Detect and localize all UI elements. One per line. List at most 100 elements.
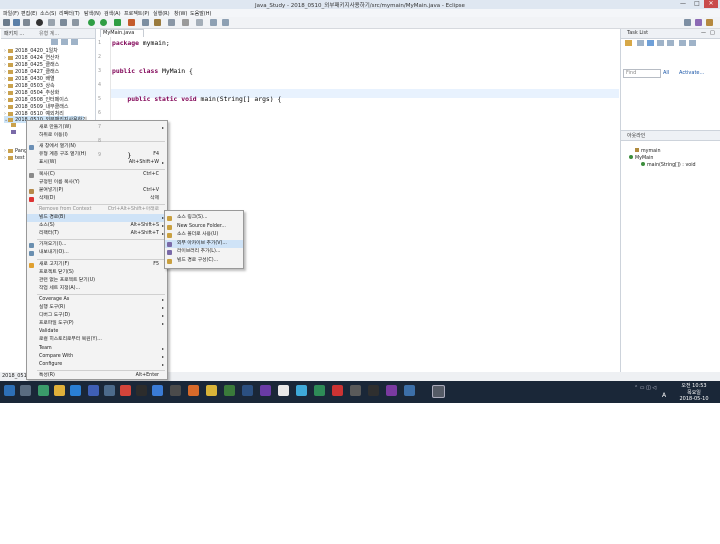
outline-item-package[interactable]: mymain [635,148,661,154]
outline-item-class[interactable]: MyMain [629,155,653,161]
save-icon[interactable] [13,19,20,26]
context-menu-item[interactable]: 빌드 경로(B) ▸ [27,214,167,222]
annotation-icon[interactable] [196,19,203,26]
context-menu-item[interactable]: Validate [27,328,167,336]
app-icon[interactable] [170,385,181,396]
collapse-all-icon[interactable] [679,40,686,46]
minimize-icon[interactable]: — [701,30,706,36]
tab-type-hierarchy[interactable]: 유형 계... [39,30,59,37]
context-menu-item[interactable]: 규정된 이름 복사(Y) [27,179,167,187]
menu-file[interactable]: 파일(F) [3,10,19,17]
menu-source[interactable]: 소스(S) [40,10,56,17]
app-icon[interactable] [104,385,115,396]
app-icon[interactable] [224,385,235,396]
toggle-icon[interactable] [48,19,55,26]
context-menu-item[interactable]: 로컬 히스토리로부터 복원(Y)... [27,336,167,344]
context-menu-item[interactable]: 프로파일 도구(P) ▸ [27,320,167,328]
context-menu-item[interactable]: 표시(W) Alt+Shift+W ▸ [27,159,167,167]
app-icon[interactable] [278,385,289,396]
collapse-all-icon[interactable] [51,39,58,45]
context-menu-item[interactable]: Configure ▸ [27,361,167,369]
tree-item[interactable]: › 2018_0427_클래스 [4,68,59,75]
ime-indicator[interactable]: A [662,392,666,399]
filter-icon[interactable] [657,40,664,46]
context-menu-item[interactable]: Compare With ▸ [27,353,167,361]
context-menu-item[interactable]: 유형 계층 구조 열기(H) F4 [27,151,167,159]
edge-icon[interactable] [70,385,81,396]
external-tools-icon[interactable] [128,19,135,26]
app-icon[interactable] [88,385,99,396]
context-menu-item[interactable]: 실행 도구(R) ▸ [27,304,167,312]
app-icon[interactable] [260,385,271,396]
context-menu-item[interactable]: Coverage As ▸ [27,296,167,304]
app-icon[interactable] [386,385,397,396]
app-icon[interactable] [368,385,379,396]
build-path-menu-item[interactable]: 빌드 경로 구성(C)... [165,257,243,265]
context-menu-item[interactable]: 디버그 도구(D) ▸ [27,312,167,320]
context-menu-item[interactable]: 복사(C) Ctrl+C [27,171,167,179]
back-icon[interactable] [210,19,217,26]
tree-item[interactable]: › 2018_0508_인터페이스 [4,96,68,103]
context-menu-item[interactable]: 프로젝트 닫기(S) [27,269,167,277]
context-menu-item[interactable]: 리팩터(T) Alt+Shift+T ▸ [27,230,167,238]
app-icon[interactable] [38,385,49,396]
task-find-input[interactable]: Find [623,69,661,78]
build-path-menu-item[interactable]: 소스 링크(S)... [165,214,243,222]
build-path-menu-item[interactable]: 라이브러리 추가(L)... [165,248,243,256]
clock-day[interactable]: 목요일 [672,389,716,396]
clock-time[interactable]: 오전 10:53 [672,382,716,389]
menu-edit[interactable]: 편집(E) [21,10,37,17]
task-view-icon[interactable] [20,385,31,396]
categorized-icon[interactable] [637,40,644,46]
app-icon[interactable] [242,385,253,396]
outline-title[interactable]: 아웃라인 [627,132,645,139]
coverage-icon[interactable] [114,19,121,26]
clock-date[interactable]: 2018-05-10 [672,396,716,402]
view-menu-icon[interactable] [71,39,78,45]
tree-item[interactable]: › 2018_0430_배열 [4,75,55,82]
src-folder-icon[interactable] [11,123,16,127]
menu-refactor[interactable]: 리팩터(T) [59,10,80,17]
tree-item[interactable]: › 2018_0424_연산자 [4,54,59,61]
context-menu-item[interactable]: 하위로 이동(I) [27,132,167,140]
code-line[interactable]: package mymain; [112,39,170,47]
editor-area[interactable] [96,29,619,381]
tree-item[interactable]: › 2018_0504_추상화 [4,89,59,96]
app-icon[interactable] [404,385,415,396]
java-perspective-icon[interactable] [706,19,713,26]
build-path-menu-item[interactable]: 외부 아카이브 추가(V)... [165,239,243,248]
app-icon[interactable] [350,385,361,396]
menu-window[interactable]: 창(W) [174,10,187,17]
context-menu-item[interactable]: Team ▸ [27,345,167,353]
search-icon[interactable] [182,19,189,26]
menu-run[interactable]: 실행(R) [153,10,170,17]
tree-item[interactable]: › 2018_0420_1일차 [4,47,58,54]
java-ee-perspective-icon[interactable] [695,19,702,26]
open-perspective-icon[interactable] [684,19,691,26]
build-path-menu-item[interactable]: New Source Folder... [165,223,243,231]
tray-icons[interactable]: ⌃ ▭ ◫ ◁ [634,385,656,391]
new-icon[interactable] [3,19,10,26]
start-icon[interactable] [4,385,15,396]
context-menu-item[interactable]: 소스(S) Alt+Shift+S ▸ [27,222,167,230]
tab-package-explorer[interactable]: 패키지 ... [4,30,24,37]
folder-icon[interactable] [54,385,65,396]
outline-item-method[interactable]: main(String[]) : void [641,162,696,168]
new-task-icon[interactable] [625,40,632,46]
hide-completed-icon[interactable] [667,40,674,46]
context-menu-item[interactable]: 작업 세트 지정(A)... [27,285,167,293]
maximize-button[interactable]: □ [690,0,704,8]
breakpoint-icon[interactable] [72,19,79,26]
all-link[interactable]: All [663,70,669,76]
new-package-icon[interactable] [154,19,161,26]
skip-breakpoints-icon[interactable] [60,19,67,26]
code-line[interactable]: public class MyMain { [112,67,193,75]
menu-project[interactable]: 프로젝트(P) [124,10,149,17]
context-menu-item[interactable]: 특성(R) Alt+Enter [27,372,167,380]
menu-search[interactable]: 검색(A) [104,10,121,17]
sync-icon[interactable] [689,40,696,46]
app-icon[interactable] [136,385,147,396]
scheduled-icon[interactable] [647,40,654,46]
debug-run-icon[interactable] [88,19,95,26]
link-editor-icon[interactable] [61,39,68,45]
